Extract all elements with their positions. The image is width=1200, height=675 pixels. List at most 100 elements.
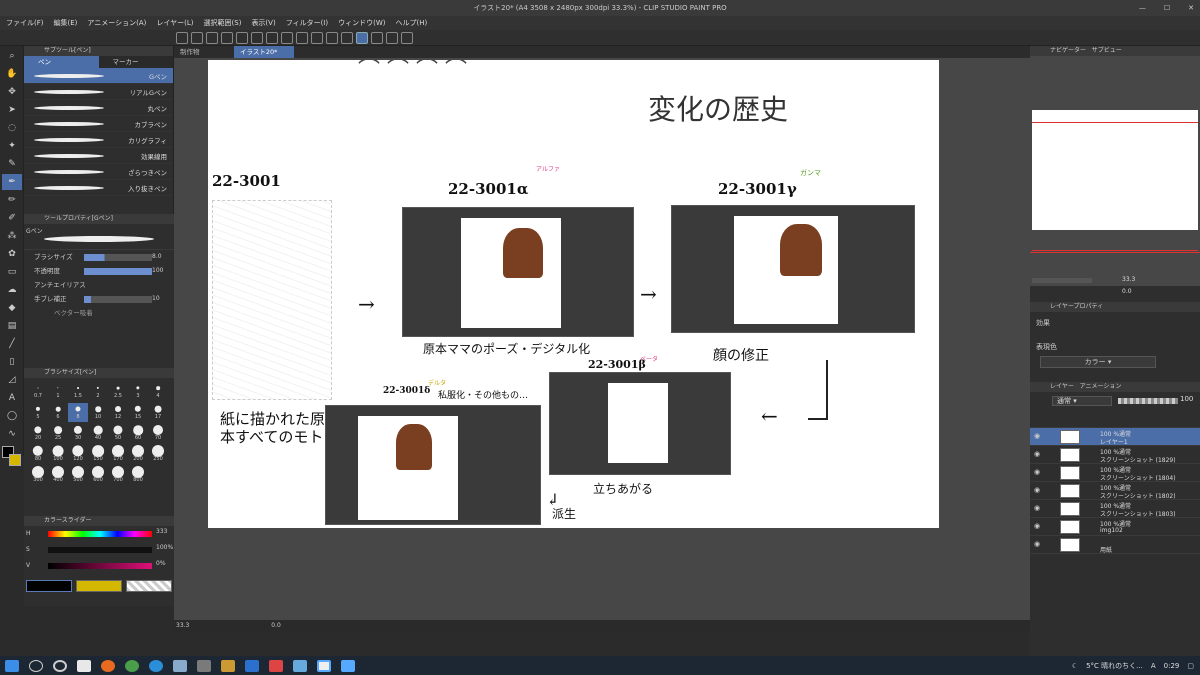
layer-row[interactable]: ◉ 100 %通常 スクリーンショット (1804): [1030, 464, 1200, 482]
frame-icon[interactable]: ▯: [2, 354, 22, 370]
brush-icon[interactable]: ✐: [2, 210, 22, 226]
brush-size-option[interactable]: 40: [88, 424, 108, 443]
menu-layer[interactable]: レイヤー(L): [156, 16, 193, 30]
firefox-icon[interactable]: [101, 659, 115, 672]
lasso-icon[interactable]: ◌: [2, 120, 22, 136]
task-view-icon[interactable]: [53, 659, 67, 672]
brush-size-option[interactable]: 30: [68, 424, 88, 443]
property-row[interactable]: 不透明度 100: [24, 264, 174, 278]
correct-line-icon[interactable]: ∿: [2, 426, 22, 442]
maximize-button[interactable]: ☐: [1164, 0, 1170, 16]
minimize-button[interactable]: —: [1139, 0, 1146, 16]
snap-grid-icon[interactable]: [371, 31, 383, 44]
layer-row[interactable]: ◉ 100 %通常 スクリーンショット (1802): [1030, 482, 1200, 500]
value-slider[interactable]: V 0%: [24, 558, 174, 574]
brush-size-option[interactable]: 50: [108, 424, 128, 443]
windows-start-icon[interactable]: [5, 659, 19, 672]
property-row[interactable]: ブラシサイズ 8.0: [24, 250, 174, 264]
zoom-slider[interactable]: [1032, 278, 1092, 283]
weather-text[interactable]: 5°C 晴れのちく...: [1086, 661, 1143, 671]
brush-size-option[interactable]: 800: [128, 466, 148, 485]
edge-icon[interactable]: [149, 659, 163, 672]
blend-mode-select[interactable]: 通常 ▾: [1052, 396, 1112, 406]
brush-item[interactable]: 効果線用: [24, 148, 173, 164]
settings-icon[interactable]: [401, 31, 413, 44]
visibility-eye-icon[interactable]: ◉: [1034, 540, 1040, 548]
brush-size-option[interactable]: 3: [128, 382, 148, 401]
redo-icon[interactable]: [251, 31, 263, 44]
transform-icon[interactable]: [281, 31, 293, 44]
app-icon[interactable]: [293, 659, 307, 672]
clock[interactable]: 0:29: [1164, 662, 1180, 670]
expression-color-select[interactable]: カラー ▾: [1040, 356, 1156, 368]
brush-item[interactable]: 丸ペン: [24, 100, 173, 116]
hue-slider[interactable]: H 333: [24, 526, 174, 542]
app-icon[interactable]: [197, 659, 211, 672]
new-file-icon[interactable]: [176, 31, 188, 44]
app-icon[interactable]: [221, 659, 235, 672]
menu-selection[interactable]: 選択範囲(S): [204, 16, 242, 30]
brush-size-option[interactable]: 10: [88, 403, 108, 422]
fill-tool-icon[interactable]: ◆: [2, 300, 22, 316]
visibility-eye-icon[interactable]: ◉: [1034, 468, 1040, 476]
brush-size-option[interactable]: 25: [48, 424, 68, 443]
menu-edit[interactable]: 編集(E): [54, 16, 78, 30]
saturation-slider[interactable]: S 100%: [24, 542, 174, 558]
visibility-eye-icon[interactable]: ◉: [1034, 486, 1040, 494]
brush-size-option[interactable]: 0.7: [28, 382, 48, 401]
navigator-view[interactable]: 33.3: [1030, 56, 1200, 286]
brush-item[interactable]: カリグラフィ: [24, 132, 173, 148]
ruler-icon[interactable]: ◿: [2, 372, 22, 388]
color-indicator[interactable]: [2, 446, 22, 468]
property-row[interactable]: 手ブレ補正 10: [24, 292, 174, 306]
pen-icon[interactable]: ✒: [2, 174, 22, 190]
snap-ruler-icon[interactable]: [356, 31, 368, 44]
weather-icon[interactable]: ☾: [1072, 662, 1078, 670]
brush-size-option[interactable]: 150: [88, 445, 108, 464]
brush-size-option[interactable]: 12: [108, 403, 128, 422]
balloon-icon[interactable]: ◯: [2, 408, 22, 424]
deselect-icon[interactable]: [296, 31, 308, 44]
opacity-slider[interactable]: [1118, 398, 1178, 404]
menu-window[interactable]: ウィンドウ(W): [338, 16, 385, 30]
brush-size-option[interactable]: 170: [108, 445, 128, 464]
save-as-icon[interactable]: [221, 31, 233, 44]
tab-pen[interactable]: ペン: [24, 56, 99, 68]
menu-view[interactable]: 表示(V): [251, 16, 275, 30]
brush-size-option[interactable]: 17: [148, 403, 168, 422]
close-button[interactable]: ✕: [1188, 0, 1194, 16]
tab-document-active[interactable]: イラスト20*: [234, 46, 294, 58]
tab-animation[interactable]: アニメーション: [1080, 383, 1122, 390]
brush-size-option[interactable]: 300: [28, 466, 48, 485]
notification-icon[interactable]: ▢: [1187, 662, 1194, 670]
open-file-icon[interactable]: [191, 31, 203, 44]
save-icon[interactable]: [206, 31, 218, 44]
brush-size-option[interactable]: 400: [48, 466, 68, 485]
mail-icon[interactable]: [245, 659, 259, 672]
hand-icon[interactable]: ✋: [2, 66, 22, 82]
layer-row[interactable]: ◉ 用紙: [1030, 536, 1200, 554]
brush-size-option[interactable]: 100: [48, 445, 68, 464]
brush-item[interactable]: リアルGペン: [24, 84, 173, 100]
ime-indicator[interactable]: A: [1151, 662, 1156, 670]
menu-animation[interactable]: アニメーション(A): [87, 16, 146, 30]
brush-size-option[interactable]: 2: [88, 382, 108, 401]
sub-color-swatch[interactable]: [76, 580, 122, 592]
layer-row[interactable]: ◉ 100 %通常 レイヤー1: [1030, 428, 1200, 446]
fill-icon[interactable]: [326, 31, 338, 44]
magic-wand-icon[interactable]: ✦: [2, 138, 22, 154]
brush-size-option[interactable]: 20: [28, 424, 48, 443]
search-icon[interactable]: [29, 659, 43, 672]
visibility-eye-icon[interactable]: ◉: [1034, 432, 1040, 440]
select-object-icon[interactable]: ➤: [2, 102, 22, 118]
menu-filter[interactable]: フィルター(I): [286, 16, 328, 30]
brush-size-option[interactable]: 500: [68, 466, 88, 485]
tab-marker[interactable]: マーカー: [98, 56, 173, 68]
brush-size-option[interactable]: 200: [128, 445, 148, 464]
decoration-icon[interactable]: ✿: [2, 246, 22, 262]
clip-studio-icon[interactable]: [317, 659, 331, 672]
visibility-eye-icon[interactable]: ◉: [1034, 522, 1040, 530]
pencil-icon[interactable]: ✏: [2, 192, 22, 208]
brush-item[interactable]: ざらつきペン: [24, 164, 173, 180]
brush-size-option[interactable]: 250: [148, 445, 168, 464]
